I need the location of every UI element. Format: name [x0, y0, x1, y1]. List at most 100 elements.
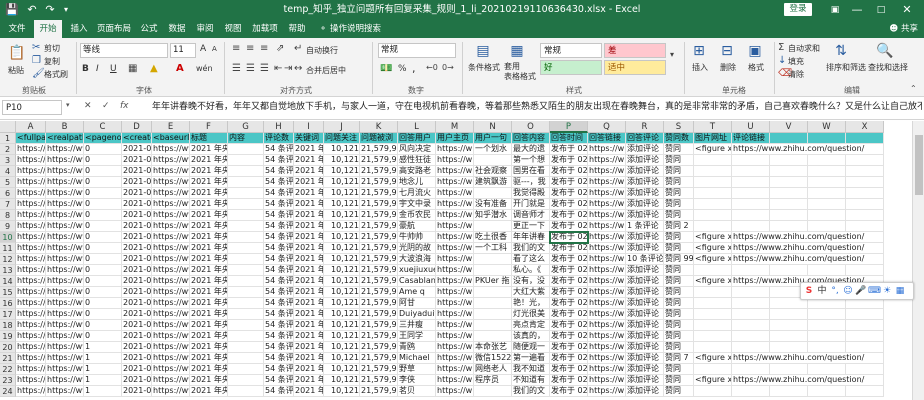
cell[interactable]: https://w — [588, 353, 626, 364]
format-painter-button[interactable]: 格式刷 — [44, 69, 68, 80]
cell[interactable]: https://wv — [152, 331, 190, 342]
cell[interactable]: https://wv — [16, 144, 46, 155]
cell[interactable]: 赞同 — [664, 331, 694, 342]
cell[interactable]: 艳！光， — [512, 298, 550, 309]
cell[interactable]: 0 — [84, 166, 122, 177]
cell[interactable]: https://w — [436, 166, 474, 177]
maximize-icon[interactable]: □ — [870, 0, 892, 20]
cell[interactable]: 发布于 02 — [550, 210, 588, 221]
cell[interactable]: 添加评论 — [626, 144, 664, 155]
cell[interactable]: 大红大紫 — [512, 287, 550, 298]
cell[interactable]: https://w — [588, 144, 626, 155]
cell[interactable]: 添加评论 — [626, 375, 664, 386]
cell[interactable]: 添加评论 — [626, 309, 664, 320]
cell[interactable]: https://wv — [152, 243, 190, 254]
cell[interactable]: 七月流火 — [398, 188, 436, 199]
cell[interactable]: 赞同 — [664, 199, 694, 210]
cell[interactable]: https://w — [436, 353, 474, 364]
cell[interactable]: https://wv — [152, 144, 190, 155]
cell[interactable] — [770, 342, 808, 353]
cell[interactable]: 赞同 — [664, 265, 694, 276]
cell[interactable]: 0 — [84, 254, 122, 265]
cell[interactable]: https://w — [588, 375, 626, 386]
cell[interactable]: https://w — [588, 177, 626, 188]
cell[interactable]: 21,579,99 — [360, 265, 398, 276]
cell[interactable]: 赞同 99 — [664, 254, 694, 265]
cell[interactable]: https://w — [436, 254, 474, 265]
cell[interactable]: https://wv — [46, 188, 84, 199]
tab-addins[interactable]: 加载项 — [248, 20, 282, 38]
worksheet-grid[interactable]: ABCDEFGHIJKLMNOPQRSTUVWX1<fullpath><real… — [0, 121, 912, 400]
cell[interactable]: 2021 年央 — [190, 287, 228, 298]
cell[interactable]: https://wv — [16, 177, 46, 188]
cell[interactable]: 54 条评论 — [264, 232, 294, 243]
cell[interactable]: https://wv — [46, 265, 84, 276]
cell[interactable] — [808, 199, 846, 210]
cell[interactable]: 21,579,99 — [360, 155, 398, 166]
cell[interactable] — [846, 309, 884, 320]
cell[interactable]: 2021 年央 — [190, 155, 228, 166]
cell[interactable]: 54 条评论 — [264, 276, 294, 287]
row-header[interactable]: 1 — [0, 133, 16, 144]
ime-punctuation-icon[interactable]: °, — [829, 284, 841, 298]
cell[interactable] — [694, 199, 732, 210]
autosum-button[interactable]: 自动求和 — [788, 43, 820, 54]
cell[interactable]: 21,579,99 — [360, 177, 398, 188]
minimize-icon[interactable]: — — [846, 0, 868, 20]
cell[interactable]: https://w — [588, 364, 626, 375]
cell[interactable] — [770, 265, 808, 276]
row-header[interactable]: 10 — [0, 232, 16, 243]
header-cell[interactable]: 用户一句 — [474, 133, 512, 144]
cell[interactable]: https://w — [436, 386, 474, 397]
cell[interactable]: https://wv — [152, 287, 190, 298]
ime-keyboard-icon[interactable]: ⌨ — [868, 284, 881, 298]
cell-image-url[interactable]: <figure xr — [694, 353, 732, 364]
cell[interactable]: 54 条评论 — [264, 375, 294, 386]
cell[interactable]: 2021 年央 — [190, 199, 228, 210]
cell[interactable]: 建筑飘游 — [474, 177, 512, 188]
cell[interactable]: 驱---，我 — [512, 177, 550, 188]
cell[interactable]: 1 — [84, 364, 122, 375]
cell[interactable] — [228, 177, 264, 188]
cell[interactable]: https://wv — [16, 221, 46, 232]
grow-font-button[interactable]: A — [200, 44, 206, 54]
insert-function-button[interactable]: fx — [120, 101, 129, 111]
cell[interactable]: 发布于 02 — [550, 353, 588, 364]
confirm-entry-icon[interactable]: ✓ — [102, 101, 110, 111]
cell[interactable]: 茗贝 — [398, 386, 436, 397]
cell[interactable]: 赞同 2 — [664, 221, 694, 232]
cell[interactable] — [474, 265, 512, 276]
row-header[interactable]: 7 — [0, 199, 16, 210]
conditional-format-button[interactable]: 条件格式 — [468, 62, 500, 73]
cell[interactable]: 10,121 — [324, 287, 360, 298]
cell[interactable] — [808, 188, 846, 199]
cell[interactable]: https://wv — [46, 353, 84, 364]
cell[interactable]: 54 条评论 — [264, 309, 294, 320]
cell[interactable]: 1 — [84, 353, 122, 364]
cell[interactable]: 2021 年央 — [190, 232, 228, 243]
cell[interactable]: https://wv — [16, 375, 46, 386]
cell[interactable]: 发布于 02 — [550, 276, 588, 287]
cell[interactable]: 10,121 — [324, 155, 360, 166]
cell[interactable] — [694, 210, 732, 221]
cell[interactable]: https://w — [588, 166, 626, 177]
cell[interactable]: 54 条评论 — [264, 342, 294, 353]
cell[interactable]: https://wv — [16, 166, 46, 177]
cell[interactable]: 2021 年央 — [294, 221, 324, 232]
cell[interactable]: 发布于 02 — [550, 221, 588, 232]
row-header[interactable]: 18 — [0, 320, 16, 331]
row-header[interactable]: 13 — [0, 265, 16, 276]
cell[interactable]: 赞同 — [664, 232, 694, 243]
cell[interactable]: 赞同 7 — [664, 353, 694, 364]
cell[interactable] — [694, 320, 732, 331]
cell[interactable]: 10,121 — [324, 342, 360, 353]
cell[interactable]: 赞同 — [664, 166, 694, 177]
header-cell[interactable]: 回答评论 — [626, 133, 664, 144]
cell[interactable]: https://w — [588, 309, 626, 320]
cell[interactable] — [228, 309, 264, 320]
header-cell[interactable]: 图片网址 — [694, 133, 732, 144]
cell[interactable]: 2021-02-: — [122, 232, 152, 243]
cell[interactable]: 亮点肯定 — [512, 320, 550, 331]
cell[interactable]: 2021 年央 — [294, 353, 324, 364]
cell[interactable]: https://wv — [152, 232, 190, 243]
